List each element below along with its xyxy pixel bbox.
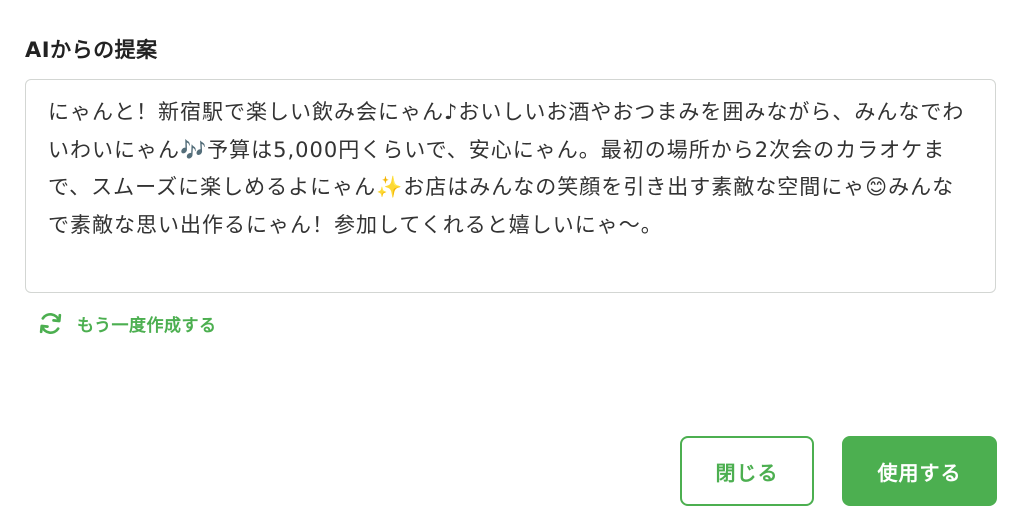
- regenerate-button[interactable]: もう一度作成する: [37, 310, 217, 337]
- regenerate-label: もう一度作成する: [77, 316, 217, 336]
- close-button[interactable]: 閉じる: [680, 436, 814, 506]
- proposal-text: にゃんと！新宿駅で楽しい飲み会にゃん♪おいしいお酒やおつまみを囲みながら、みんな…: [48, 100, 965, 237]
- dialog-title: AIからの提案: [25, 38, 158, 62]
- proposal-textbox[interactable]: にゃんと！新宿駅で楽しい飲み会にゃん♪おいしいお酒やおつまみを囲みながら、みんな…: [25, 79, 996, 293]
- use-button[interactable]: 使用する: [842, 436, 997, 506]
- refresh-icon: [37, 310, 64, 337]
